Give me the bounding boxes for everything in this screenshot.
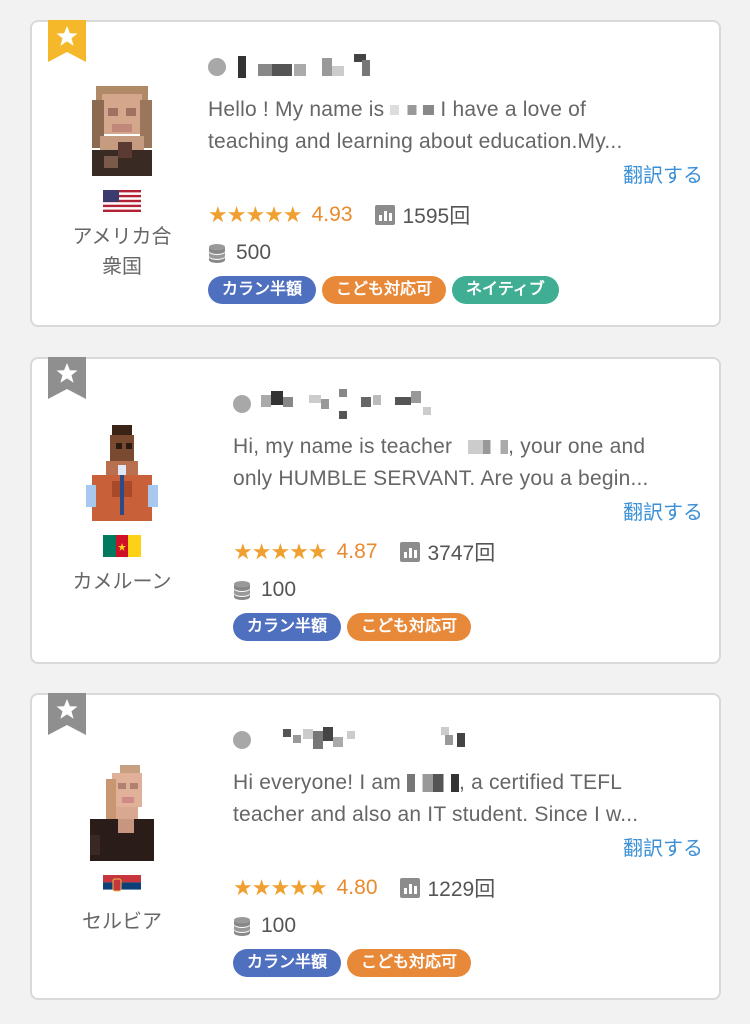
tag-callan-half-price: カラン半額: [233, 613, 342, 641]
rating-stars: ★★★★★: [233, 539, 328, 564]
flag-cameroon-icon: [103, 535, 141, 557]
favorite-bookmark-icon[interactable]: [48, 20, 86, 62]
tag-callan-half-price: カラン半額: [208, 276, 317, 304]
points-value: 500: [236, 241, 272, 264]
bar-chart-icon: [399, 542, 420, 562]
tag-kids-ok: こども対応可: [347, 949, 472, 977]
flag-serbia-icon: [103, 875, 141, 897]
points-value: 100: [261, 914, 297, 937]
teacher-country: セルビア: [82, 911, 162, 933]
translate-link[interactable]: 翻訳する: [208, 162, 703, 190]
coin-stack-icon: [234, 917, 250, 936]
teacher-country: カメルーン: [72, 571, 172, 593]
tag-callan-half-price: カラン半額: [233, 949, 342, 977]
teacher-avatar[interactable]: [82, 80, 162, 176]
teacher-avatar[interactable]: [82, 425, 162, 521]
points-value: 100: [261, 578, 297, 601]
lesson-count: 1229回: [427, 878, 496, 901]
status-dot: [208, 58, 226, 76]
teacher-country: アメリカ合 衆国: [72, 226, 172, 278]
teacher-intro: Hi everyone! I am , a certified TEFL tea…: [233, 771, 639, 826]
rating-value: 4.93: [311, 203, 353, 226]
tag-kids-ok: こども対応可: [347, 613, 472, 641]
favorite-bookmark-icon[interactable]: [48, 357, 86, 399]
rating-value: 4.80: [336, 876, 378, 899]
bar-chart-icon: [374, 205, 395, 225]
teacher-name-redacted[interactable]: [236, 52, 376, 82]
rating-value: 4.87: [336, 540, 378, 563]
teacher-card[interactable]: アメリカ合 衆国 Hello ! My name is I have a lov…: [30, 20, 721, 327]
teacher-avatar[interactable]: [82, 765, 162, 861]
coin-stack-icon: [209, 244, 225, 263]
flag-usa-icon: [103, 190, 141, 212]
rating-stars: ★★★★★: [233, 875, 328, 900]
lesson-count: 1595回: [402, 205, 471, 228]
coin-stack-icon: [234, 581, 250, 600]
teacher-intro: Hi, my name is teacher , your one and on…: [233, 435, 649, 490]
teacher-intro: Hello ! My name is I have a love of teac…: [208, 98, 623, 153]
status-dot: [233, 731, 251, 749]
status-dot: [233, 395, 251, 413]
translate-link[interactable]: 翻訳する: [233, 499, 703, 527]
tag-native: ネイティブ: [452, 276, 559, 304]
favorite-bookmark-icon[interactable]: [48, 693, 86, 735]
tag-kids-ok: こども対応可: [322, 276, 447, 304]
rating-stars: ★★★★★: [208, 202, 303, 227]
lesson-count: 3747回: [427, 542, 496, 565]
teacher-card[interactable]: カメルーン Hi, my name is teacher , your one …: [30, 357, 721, 664]
teacher-name-redacted[interactable]: [261, 387, 441, 421]
bar-chart-icon: [399, 878, 420, 898]
teacher-card[interactable]: セルビア Hi everyone! I am , a certified TEF…: [30, 693, 721, 1000]
teacher-name-redacted[interactable]: [261, 723, 481, 757]
translate-link[interactable]: 翻訳する: [233, 835, 703, 863]
